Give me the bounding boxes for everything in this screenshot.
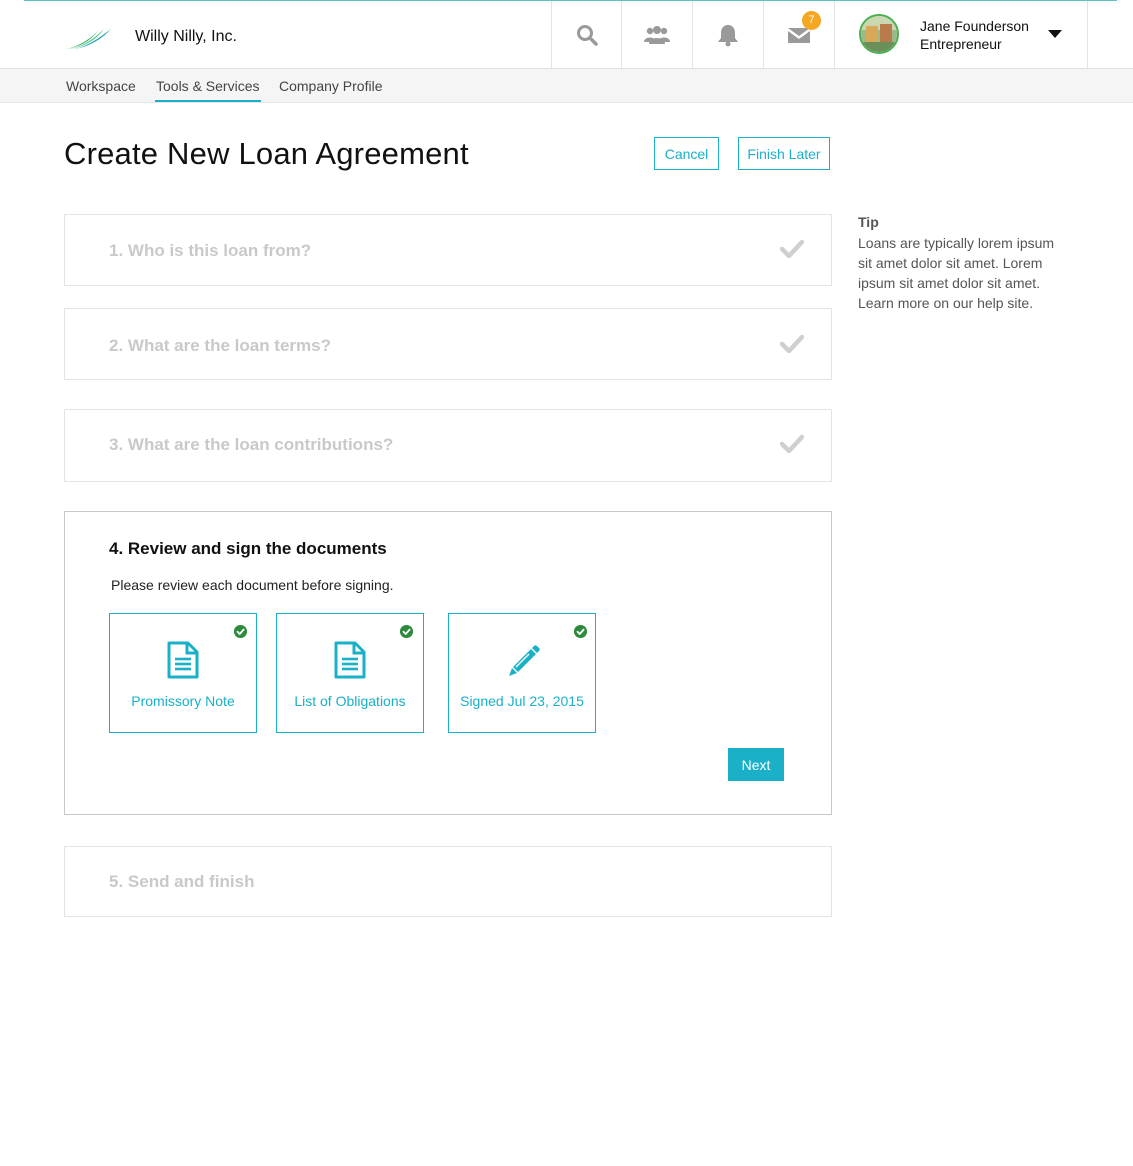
document-icon: [334, 641, 366, 679]
chevron-down-icon[interactable]: [1048, 30, 1062, 38]
user-name: Jane Founderson: [920, 18, 1029, 34]
page-title: Create New Loan Agreement: [64, 136, 469, 171]
checkmark-icon: [780, 434, 804, 453]
next-button[interactable]: Next: [728, 748, 784, 781]
document-card-promissory-note[interactable]: Promissory Note: [109, 613, 257, 733]
company-logo[interactable]: [64, 23, 114, 53]
step-4: 4. Review and sign the documents Please …: [64, 511, 832, 815]
cancel-button[interactable]: Cancel: [654, 137, 719, 170]
document-label: Promissory Note: [131, 693, 235, 709]
finish-later-button[interactable]: Finish Later: [738, 137, 830, 170]
company-name: Willy Nilly, Inc.: [135, 28, 237, 45]
messages-button[interactable]: 7: [763, 1, 834, 68]
nav-item-workspace[interactable]: Workspace: [66, 78, 136, 94]
step-2[interactable]: 2. What are the loan terms?: [64, 308, 832, 380]
step-title: 4. Review and sign the documents: [109, 539, 387, 558]
bell-icon: [718, 24, 738, 46]
document-icon: [167, 641, 199, 679]
user-menu[interactable]: Jane Founderson Entrepreneur: [834, 1, 1088, 68]
people-button[interactable]: [621, 1, 692, 68]
notifications-button[interactable]: [692, 1, 763, 68]
user-role: Entrepreneur: [920, 36, 1002, 52]
document-label: List of Obligations: [294, 693, 406, 709]
check-circle-icon: [234, 625, 247, 638]
check-circle-icon: [574, 625, 587, 638]
app-header: Willy Nilly, Inc. 7 Jane Founderson Entr…: [0, 1, 1133, 68]
search-icon: [577, 24, 598, 46]
nav-active-indicator: [155, 100, 261, 102]
step-3[interactable]: 3. What are the loan contributions?: [64, 409, 832, 482]
step-description: Please review each document before signi…: [111, 577, 394, 593]
checkmark-icon: [780, 334, 804, 353]
document-card-list-of-obligations[interactable]: List of Obligations: [276, 613, 424, 733]
check-circle-icon: [400, 625, 413, 638]
nav-item-tools-services[interactable]: Tools & Services: [156, 78, 259, 94]
step-title: 3. What are the loan contributions?: [109, 435, 394, 454]
notification-badge: 7: [802, 11, 821, 30]
nav-item-company-profile[interactable]: Company Profile: [279, 78, 383, 94]
step-title: 1. Who is this loan from?: [109, 241, 312, 260]
search-button[interactable]: [551, 1, 622, 68]
checkmark-icon: [780, 239, 804, 258]
document-label: Signed Jul 23, 2015: [460, 693, 584, 709]
step-title: 2. What are the loan terms?: [109, 336, 331, 355]
step-1[interactable]: 1. Who is this loan from?: [64, 214, 832, 286]
step-5[interactable]: 5. Send and finish: [64, 846, 832, 917]
tip-heading: Tip: [858, 214, 879, 230]
avatar: [859, 14, 899, 54]
step-title: 5. Send and finish: [109, 872, 255, 891]
main-nav: Workspace Tools & Services Company Profi…: [0, 68, 1133, 103]
pencil-icon: [509, 645, 540, 676]
people-icon: [644, 25, 670, 44]
tip-text: Loans are typically lorem ipsum sit amet…: [858, 235, 1055, 311]
document-card-signature[interactable]: Signed Jul 23, 2015: [448, 613, 596, 733]
